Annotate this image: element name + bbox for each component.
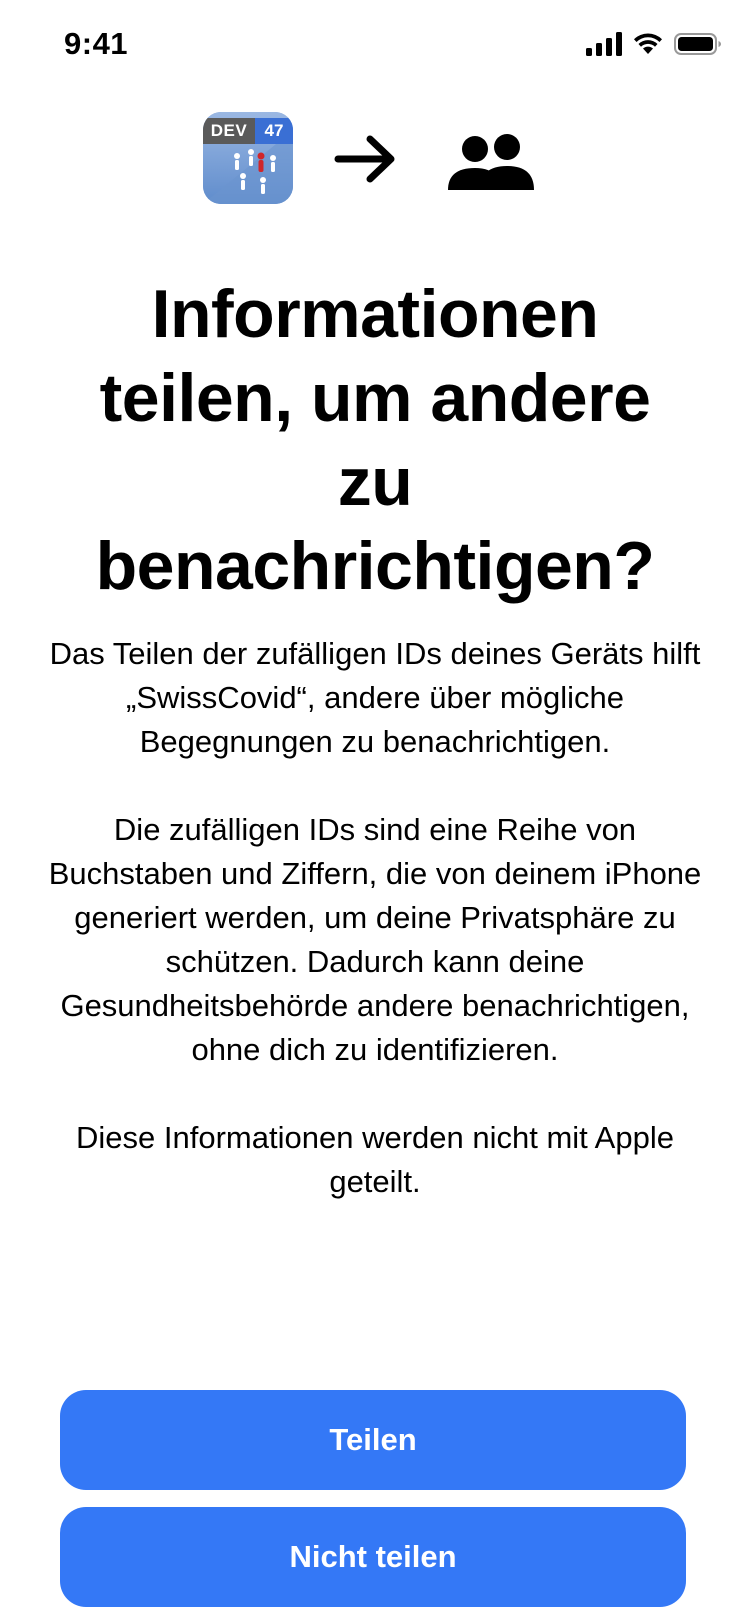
dont-share-button[interactable]: Nicht teilen xyxy=(60,1507,686,1607)
header-icons: DEV 47 xyxy=(0,112,750,212)
page-title: Informationen teilen, um andere zu benac… xyxy=(95,276,655,604)
body-paragraph-1: Das Teilen der zufälligen IDs deines Ger… xyxy=(49,636,701,759)
body-text: Das Teilen der zufälligen IDs deines Ger… xyxy=(40,632,710,1248)
body-paragraph-3: Diese Informationen werden nicht mit App… xyxy=(76,1120,674,1199)
app-icon-dev-badge: DEV xyxy=(203,118,255,144)
battery-icon xyxy=(674,33,721,55)
status-time: 9:41 xyxy=(64,26,129,61)
arrow-right-icon xyxy=(334,135,395,183)
status-bar: 9:41 xyxy=(0,0,750,92)
body-paragraph-2: Die zufälligen IDs sind eine Reihe von B… xyxy=(48,812,702,1067)
app-icon: DEV 47 xyxy=(203,112,293,204)
people-icon xyxy=(448,134,534,190)
wifi-icon xyxy=(634,33,662,54)
status-icons xyxy=(586,32,722,56)
app-icon-number-badge: 47 xyxy=(255,118,293,144)
share-button[interactable]: Teilen xyxy=(60,1390,686,1490)
signal-icon xyxy=(586,32,622,56)
